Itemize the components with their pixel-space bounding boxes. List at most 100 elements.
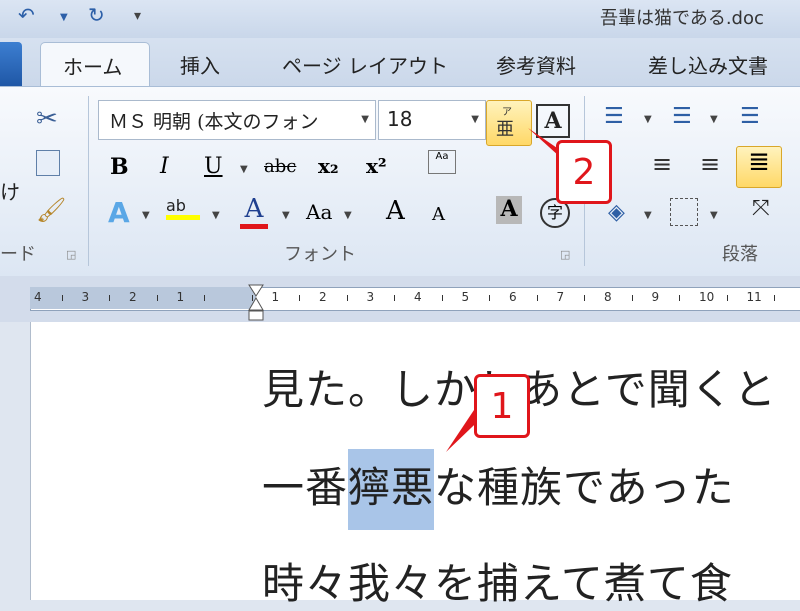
text-run: な種族であった [434,463,735,512]
undo-icon[interactable]: ↶ [18,3,35,27]
text-run: 一番 [262,463,349,512]
character-border-button[interactable]: A [536,104,570,138]
group-separator [88,96,89,266]
multilevel-list-icon[interactable]: ☰ [740,104,760,129]
clipboard-dialog-launcher-icon[interactable]: ◲ [66,248,76,261]
font-name-combo[interactable]: ＭＳ 明朝 (本文のフォン ▼ [98,100,376,140]
align-right-icon[interactable]: ≡ [700,150,720,178]
phonetic-kanji-text: 亜 [496,119,514,140]
window-title: 吾輩は猫である.doc [600,8,764,29]
ruler-number: 11 [746,290,762,304]
callout-1: 1 [474,374,530,438]
numbering-dropdown-icon[interactable]: ▼ [710,114,718,125]
clear-formatting-icon[interactable]: Aa [428,150,456,174]
paste-button-label[interactable]: け [0,176,20,205]
copy-icon[interactable] [36,150,60,176]
shading-dropdown-icon[interactable]: ▼ [644,210,652,221]
callout-2: 2 [556,140,612,204]
subscript-button[interactable]: x₂ [318,154,339,178]
tab-home-label: ホーム [63,55,123,79]
justify-icon[interactable]: ≣ [736,146,782,188]
document-line-2[interactable]: 一番獰悪な種族であった [262,449,735,530]
ruler-tick [679,295,681,301]
paragraph-group-label: 段落 [722,244,758,265]
ruler-number: 10 [699,290,715,304]
font-dialog-launcher-icon[interactable]: ◲ [560,248,570,261]
text-direction-icon[interactable]: ⤧ [752,196,770,221]
ruler-number: 2 [319,290,327,304]
ruler-tick [61,295,63,301]
file-tab[interactable] [0,42,22,86]
tab-insert[interactable]: 挿入 [180,50,220,79]
customize-toolbar-icon[interactable]: ▾ [134,8,141,24]
ruler-tick [584,295,586,301]
tab-references[interactable]: 参考資料 [496,50,576,79]
redo-icon[interactable]: ↻ [88,3,105,27]
undo-dropdown-icon[interactable]: ▼ [60,12,68,23]
ruler-tick [156,295,158,301]
ruler-number: 4 [34,290,42,304]
superscript-button[interactable]: x² [366,154,387,178]
ruler-number: 1 [271,290,280,304]
align-center-icon[interactable]: ≡ [652,150,672,178]
selected-text[interactable]: 獰悪 [348,449,435,530]
ruler-number: 4 [414,290,422,304]
grow-font-button[interactable]: A [386,196,405,226]
ruler-number: 5 [461,290,470,304]
character-shading-button[interactable]: A [496,196,522,224]
phonetic-guide-button[interactable]: ア 亜 [486,100,532,146]
font-color-button[interactable]: A [240,194,268,229]
chevron-down-icon[interactable]: ▼ [471,114,479,125]
tab-page-layout[interactable]: ページ レイアウト [282,50,448,79]
ruler-number: 8 [604,290,612,304]
bullets-dropdown-icon[interactable]: ▼ [644,114,652,125]
clipboard-group-label: ード [0,244,36,265]
text-effects-button[interactable]: A [108,196,130,229]
tab-home[interactable]: ホーム [40,42,150,89]
numbering-icon[interactable]: ☰ [672,104,692,129]
font-group-label: フォント [284,244,356,265]
ruler-tick [726,295,728,301]
change-case-button[interactable]: Aa [306,200,332,224]
ruler-tick [489,295,491,301]
italic-button[interactable]: I [160,154,169,179]
highlight-dropdown-icon[interactable]: ▼ [212,210,220,221]
format-painter-icon[interactable]: 🖌 [36,196,66,224]
shrink-font-button[interactable]: A [432,204,445,225]
chevron-down-icon[interactable]: ▼ [361,114,369,125]
text-effects-dropdown-icon[interactable]: ▼ [142,210,150,221]
font-size-combo[interactable]: 18 ▼ [378,100,486,140]
underline-dropdown-icon[interactable]: ▼ [240,164,248,175]
underline-button[interactable]: U [204,154,223,179]
ruler-tick [299,295,301,301]
ruler-tick [394,295,396,301]
ruler-tick [774,295,776,301]
ruler-number: 7 [556,290,565,304]
font-color-dropdown-icon[interactable]: ▼ [282,210,290,221]
ruler-number: 2 [129,290,137,304]
cut-icon[interactable]: ✂ [36,104,58,134]
ruler-number: 6 [509,290,517,304]
tab-mailings[interactable]: 差し込み文書 [648,50,768,79]
ruler-tick [631,295,633,301]
borders-icon[interactable] [670,198,698,226]
strikethrough-button[interactable]: abc [264,156,296,177]
ruler-tick [441,295,443,301]
font-size-value: 18 [387,107,413,131]
ruler-number: 3 [81,290,90,304]
change-case-dropdown-icon[interactable]: ▼ [344,210,352,221]
borders-dropdown-icon[interactable]: ▼ [710,210,718,221]
highlight-button[interactable]: ab [166,196,200,220]
shading-bucket-icon[interactable]: ◈ [608,200,625,225]
ruler-tick [346,295,348,301]
indent-marker-icon[interactable] [248,284,264,322]
ruler-tick [204,295,206,301]
bullets-icon[interactable]: ☰ [604,104,624,129]
ruler-number: 3 [366,290,375,304]
ruler-number: 9 [651,290,660,304]
document-line-3[interactable]: 時々我々を捕えて煮て食 [262,550,733,611]
bold-button[interactable]: B [110,154,129,180]
ruler-tick [536,295,538,301]
ruler-labels: 4 3 2 1 1 2 3 4 5 6 7 8 9 10 11 [30,287,800,309]
ruler-number: 1 [176,290,185,304]
